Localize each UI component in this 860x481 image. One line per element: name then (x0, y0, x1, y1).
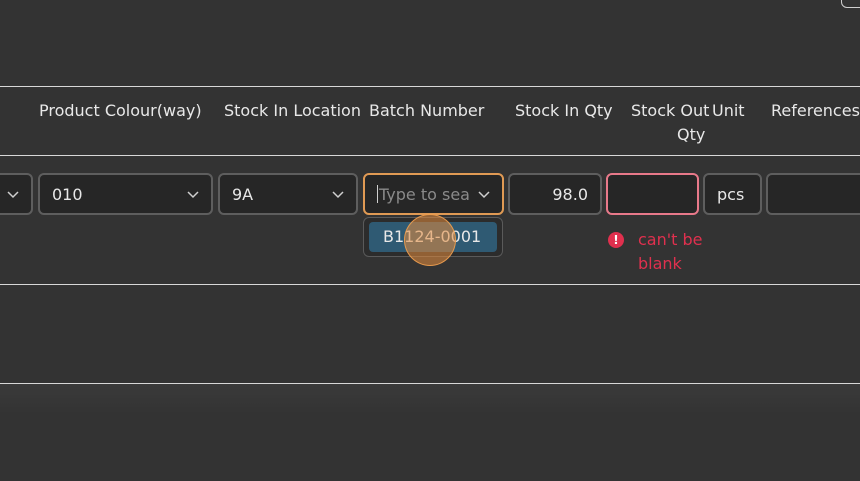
stock-in-qty-input[interactable]: 98.0 (508, 173, 602, 215)
batch-number-input-text: Type to sea (377, 185, 470, 205)
header-stock-in-location: Stock In Location (224, 101, 361, 120)
unit-input[interactable]: pcs (703, 173, 762, 215)
references-input[interactable] (766, 173, 860, 215)
table-row-bottom-border (0, 284, 860, 285)
click-indicator (404, 214, 456, 266)
stock-in-location-select[interactable]: 9A (218, 173, 358, 215)
table-header-top-border (0, 86, 860, 87)
stock-in-qty-value: 98.0 (552, 185, 588, 204)
chevron-down-icon (332, 188, 344, 200)
product-colour-value: 010 (52, 185, 83, 204)
chevron-down-icon (7, 188, 19, 200)
batch-number-placeholder: Type to sea (379, 185, 470, 204)
header-references: References (771, 101, 860, 120)
footer-shadow (0, 384, 860, 414)
header-unit: Unit (712, 101, 745, 120)
text-caret (377, 185, 378, 203)
top-right-button[interactable] (841, 0, 860, 8)
header-stock-out-qty-line1: Stock Out (631, 101, 710, 120)
header-product-colour: Product Colour(way) (39, 101, 202, 120)
stock-in-location-value: 9A (232, 185, 254, 204)
product-colour-select[interactable]: 010 (38, 173, 213, 215)
stock-out-qty-input[interactable] (606, 173, 699, 215)
header-stock-out-qty-line2: Qty (677, 125, 706, 144)
previous-column-select[interactable] (0, 173, 33, 215)
header-stock-in-qty: Stock In Qty (515, 101, 613, 120)
table-header-bottom-border (0, 155, 860, 156)
batch-number-search-input[interactable]: Type to sea (363, 173, 504, 215)
chevron-down-icon (478, 188, 490, 200)
exclamation-circle-icon: ! (608, 232, 624, 248)
header-batch-number: Batch Number (369, 101, 485, 120)
chevron-down-icon (187, 188, 199, 200)
stock-out-error-message: can't be blank (638, 230, 703, 273)
unit-value: pcs (717, 185, 745, 204)
